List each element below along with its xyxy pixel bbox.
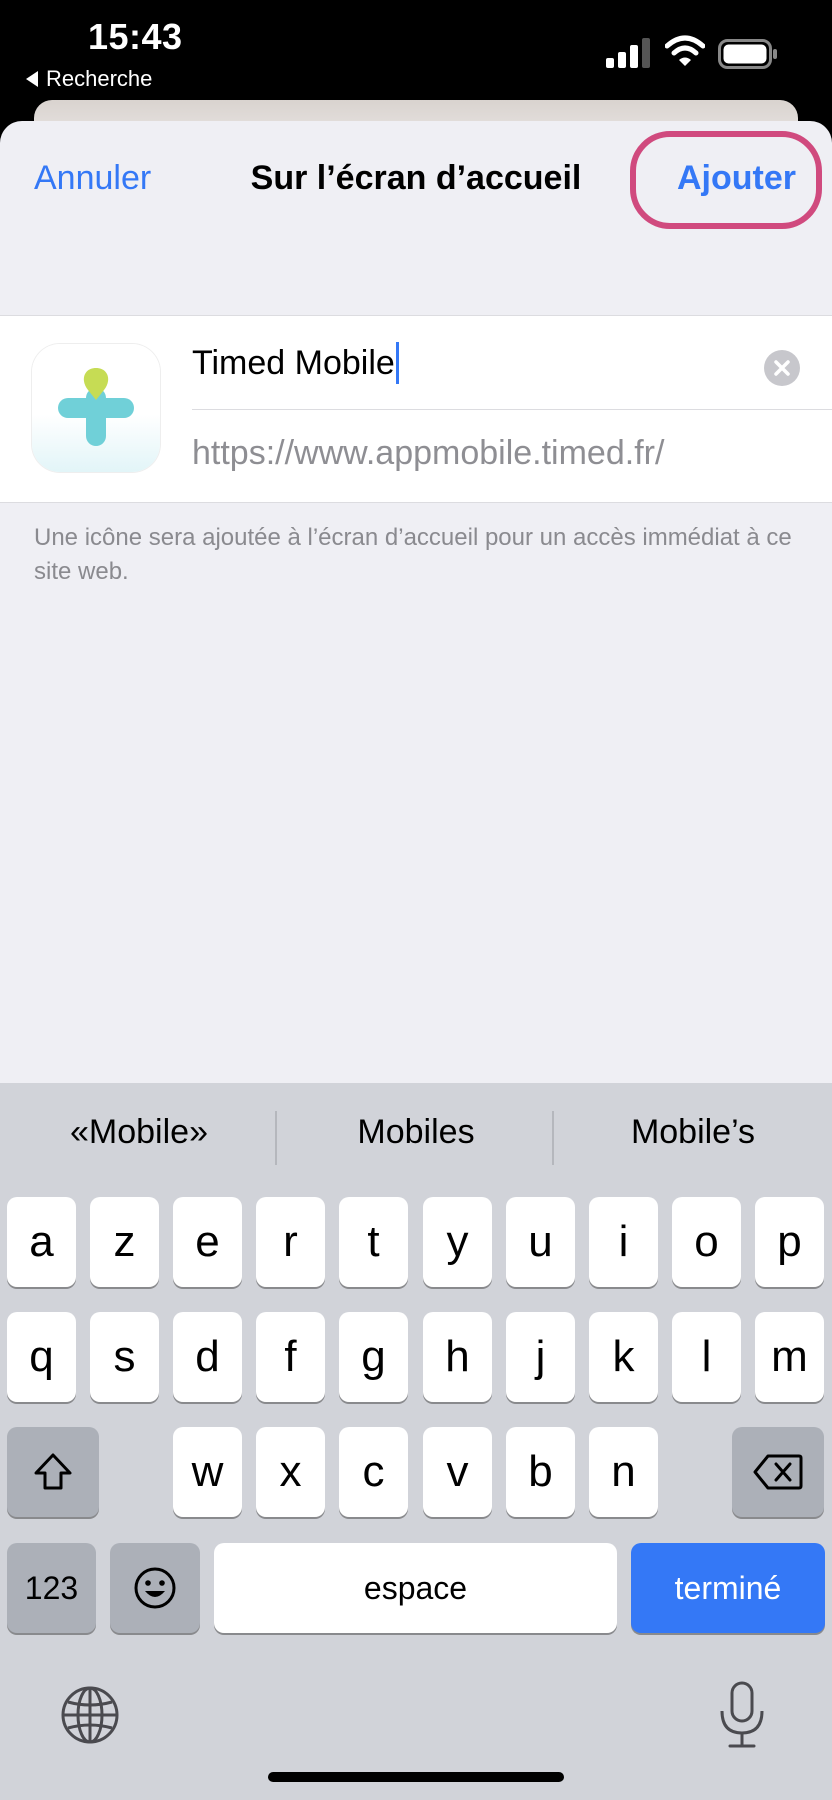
backspace-key[interactable] [732,1427,824,1517]
numbers-key[interactable]: 123 [7,1543,96,1633]
suggestion-bar: «Mobile» Mobiles Mobile’s [0,1083,832,1193]
keyboard: «Mobile» Mobiles Mobile’s a z e r t y u … [0,1083,832,1800]
suggestion-3[interactable]: Mobile’s [558,1113,828,1152]
key-l[interactable]: l [672,1312,741,1402]
wifi-icon [665,35,705,66]
bookmark-card: Timed Mobile https://www.appmobile.timed… [0,315,832,503]
suggestion-divider [552,1111,554,1165]
back-app-label: Recherche [46,66,153,91]
key-g[interactable]: g [339,1312,408,1402]
clear-text-button[interactable] [764,350,800,386]
key-x[interactable]: x [256,1427,325,1517]
key-t[interactable]: t [339,1197,408,1287]
key-d[interactable]: d [173,1312,242,1402]
done-key[interactable]: terminé [631,1543,825,1633]
key-c[interactable]: c [339,1427,408,1517]
key-h[interactable]: h [423,1312,492,1402]
field-divider [192,409,832,410]
add-button-highlight-outline [630,131,822,229]
battery-icon [718,39,777,69]
emoji-key[interactable] [110,1543,200,1633]
back-to-app-link[interactable]: Recherche [26,66,152,92]
medical-cross-logo-icon [58,368,134,446]
text-caret [395,342,399,384]
key-s[interactable]: s [90,1312,159,1402]
key-n[interactable]: n [589,1427,658,1517]
clear-x-icon [774,360,790,376]
key-u[interactable]: u [506,1197,575,1287]
key-a[interactable]: a [7,1197,76,1287]
shift-key[interactable] [7,1427,99,1517]
globe-key[interactable] [58,1683,122,1747]
suggestion-1[interactable]: «Mobile» [4,1113,274,1152]
key-y[interactable]: y [423,1197,492,1287]
emoji-face-icon [134,1567,176,1609]
shift-arrow-icon [34,1453,72,1490]
name-input[interactable]: Timed Mobile [192,342,399,384]
microphone-icon [720,1681,764,1748]
cancel-button[interactable]: Annuler [34,159,151,198]
suggestion-divider [275,1111,277,1165]
url-text: https://www.appmobile.timed.fr/ [192,434,665,472]
key-f[interactable]: f [256,1312,325,1402]
key-o[interactable]: o [672,1197,741,1287]
key-k[interactable]: k [589,1312,658,1402]
hint-text: Une icône sera ajoutée à l’écran d’accue… [34,524,792,585]
status-time: 15:43 [88,16,183,57]
key-b[interactable]: b [506,1427,575,1517]
key-p[interactable]: p [755,1197,824,1287]
back-triangle-icon [26,71,38,87]
cellular-signal-icon [606,38,650,68]
key-z[interactable]: z [90,1197,159,1287]
key-v[interactable]: v [423,1427,492,1517]
home-indicator [268,1772,564,1782]
key-m[interactable]: m [755,1312,824,1402]
app-icon [32,344,160,472]
key-q[interactable]: q [7,1312,76,1402]
globe-icon [61,1686,119,1744]
space-key[interactable]: espace [214,1543,617,1633]
key-j[interactable]: j [506,1312,575,1402]
key-r[interactable]: r [256,1197,325,1287]
key-i[interactable]: i [589,1197,658,1287]
key-w[interactable]: w [173,1427,242,1517]
backspace-icon [753,1454,803,1490]
name-input-value: Timed Mobile [192,343,395,382]
dictation-key[interactable] [714,1679,770,1751]
key-e[interactable]: e [173,1197,242,1287]
suggestion-2[interactable]: Mobiles [281,1113,551,1152]
